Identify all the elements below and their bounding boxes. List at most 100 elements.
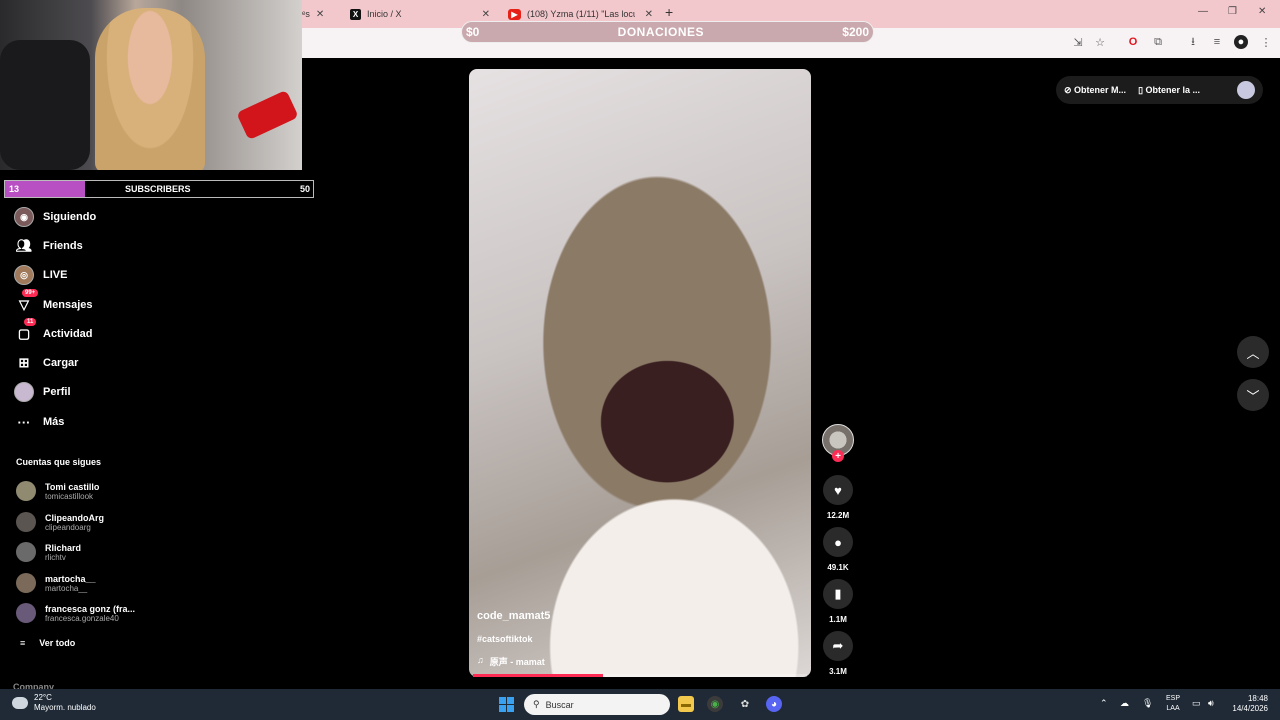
chevron-up-icon: ︿ (1246, 345, 1260, 361)
sidebar-item-perfil[interactable]: Perfil (14, 381, 71, 403)
more-icon: ··· (17, 414, 31, 430)
sidebar-item-live[interactable]: ◎ LIVE (14, 264, 67, 286)
friends-icon: 👥︎ (15, 238, 33, 253)
minimize-icon[interactable]: — (1198, 6, 1208, 17)
get-app-label: Obtener la ... (1145, 84, 1201, 95)
streamer (95, 8, 205, 170)
get-app-button[interactable]: ▯ Obtener la ... (1138, 85, 1200, 96)
cloud-icon (12, 697, 28, 709)
extensions-icon[interactable]: ⧉ (1151, 35, 1165, 49)
like-button[interactable]: ♥ (823, 475, 853, 505)
file-explorer-icon[interactable]: ▬ (678, 696, 694, 712)
network-icon[interactable]: ▭ (1192, 698, 1201, 709)
microphone-icon[interactable]: 🎙︎ (1142, 698, 1153, 709)
sidebar-item-label: Mensajes (43, 299, 93, 311)
share-count: 3.1M (829, 667, 847, 676)
maximize-icon[interactable]: ❐ (1228, 6, 1237, 17)
clock-date: 14/4/2026 (1232, 704, 1268, 713)
donation-max: $200 (842, 25, 869, 39)
taskbar-search[interactable]: ⚲ Buscar (524, 694, 670, 715)
video-username[interactable]: code_mamat5 (477, 610, 550, 622)
weather-widget[interactable]: 22°C Mayorm. nublado (12, 693, 96, 713)
video-music[interactable]: ♫ 原声 - mamat (477, 655, 545, 668)
app-icon[interactable]: ✿ (737, 696, 753, 712)
like-count: 12.2M (826, 511, 850, 520)
account-handle: tomicastillook (45, 491, 94, 501)
previous-video-button[interactable]: ︿ (1237, 336, 1269, 368)
menu-icon[interactable]: ⋮ (1259, 35, 1273, 49)
music-note-icon: ♫ (477, 655, 484, 665)
tab-partial-label: ᵉs (302, 9, 310, 19)
avatar (16, 512, 36, 532)
music-label: 原声 - mamat (489, 657, 545, 667)
subscribers-goal: 50 (299, 184, 310, 194)
sidebar-item-label: Actividad (43, 328, 93, 340)
close-icon[interactable]: ✕ (482, 9, 490, 20)
share-button[interactable]: ➦ (823, 631, 853, 661)
youtube-logo-icon: ▶ (508, 8, 521, 20)
bookmark-star-icon[interactable]: ☆ (1093, 35, 1107, 49)
close-icon[interactable]: ✕ (316, 9, 324, 20)
user-avatar[interactable] (1237, 81, 1255, 99)
next-video-button[interactable]: ﹀ (1237, 379, 1269, 411)
opera-extension-icon[interactable]: O (1126, 35, 1140, 49)
account-item[interactable]: francesca gonz (fra... francesca.gonzale4… (16, 600, 135, 626)
save-button[interactable]: ▮ (823, 579, 853, 609)
video-hashtag[interactable]: #catsoftiktok (477, 634, 533, 644)
messages-badge: 99+ (22, 289, 39, 297)
sidebar-item-label: Perfil (43, 386, 71, 398)
account-name: ClipeandoArg (45, 512, 105, 523)
video-player[interactable] (469, 69, 811, 677)
onedrive-icon[interactable]: ☁ (1120, 698, 1129, 709)
install-app-icon[interactable]: ⇲ (1071, 35, 1085, 49)
sidebar-item-label: Más (43, 416, 65, 428)
clock[interactable]: 18:48 14/4/2026 (1228, 694, 1268, 714)
account-handle: clipeandoarg (45, 522, 91, 532)
see-all-button[interactable]: ≡ Ver todo (20, 638, 75, 648)
avatar (16, 603, 36, 623)
sidebar-item-friends[interactable]: 👥︎ Friends (14, 235, 83, 257)
sidebar-item-actividad[interactable]: ▢ 11 Actividad (14, 318, 93, 345)
chevron-down-icon: ﹀ (1246, 388, 1260, 404)
language-indicator[interactable]: ESP LAA (1166, 694, 1180, 714)
activity-badge: 11 (24, 318, 37, 326)
account-item[interactable]: Tomi castillo tomicastillook (16, 478, 99, 504)
tab-partial[interactable]: ᵉs ✕ (302, 4, 324, 24)
account-item[interactable]: ClipeandoArg clipeandoarg (16, 509, 104, 535)
video-progress-bar[interactable] (473, 674, 807, 677)
start-button[interactable] (499, 697, 514, 712)
upload-icon: ⊞ (18, 355, 30, 370)
chrome-icon[interactable]: ◉ (707, 696, 723, 712)
account-item[interactable]: martocha__ martocha__ (16, 570, 96, 596)
media-control-icon[interactable]: ≡ (1210, 35, 1224, 49)
sidebar-item-mensajes[interactable]: ▽ 99+ Mensajes (14, 289, 93, 316)
account-handle: martocha__ (45, 583, 88, 593)
account-name: Tomi castillo (45, 481, 100, 492)
account-item[interactable]: Rlichard rlichtv (16, 539, 81, 565)
heart-icon: ♥ (834, 482, 842, 498)
gaming-chair (0, 40, 90, 170)
get-coins-button[interactable]: ⊘ Obtener M... (1064, 85, 1126, 96)
bookmark-icon: ▮ (834, 586, 842, 601)
discord-icon[interactable]: ◕ (766, 696, 782, 712)
screen: ᵉs ✕ X Inicio / X ✕ ▶ (108) Yzma (1/11) … (0, 0, 1280, 720)
close-icon[interactable]: ✕ (645, 9, 653, 20)
chevron-up-icon[interactable]: ⌃ (1100, 698, 1108, 709)
temperature: 22°C (34, 693, 52, 702)
download-icon[interactable]: ⭳ (1186, 35, 1200, 49)
account-name: Rlichard (45, 542, 82, 553)
sidebar-item-siguiendo[interactable]: ◉ Siguiendo (14, 206, 96, 228)
new-tab-button[interactable]: + (665, 4, 673, 20)
volume-icon[interactable]: 🔊︎ (1208, 698, 1214, 709)
comment-button[interactable]: ● (823, 527, 853, 557)
profile-icon[interactable]: ● (1234, 35, 1248, 49)
close-window-icon[interactable]: ✕ (1258, 6, 1266, 17)
see-all-label: Ver todo (39, 638, 76, 648)
sidebar-item-mas[interactable]: ··· Más (14, 411, 65, 433)
sidebar-item-cargar[interactable]: ⊞ Cargar (14, 352, 79, 374)
follow-plus-icon[interactable]: + (832, 450, 844, 462)
sidebar-item-label: Siguiendo (43, 211, 97, 223)
get-coins-label: Obtener M... (1074, 84, 1127, 95)
sidebar-item-label: Friends (43, 240, 83, 252)
following-avatar-icon: ◉ (14, 207, 34, 227)
